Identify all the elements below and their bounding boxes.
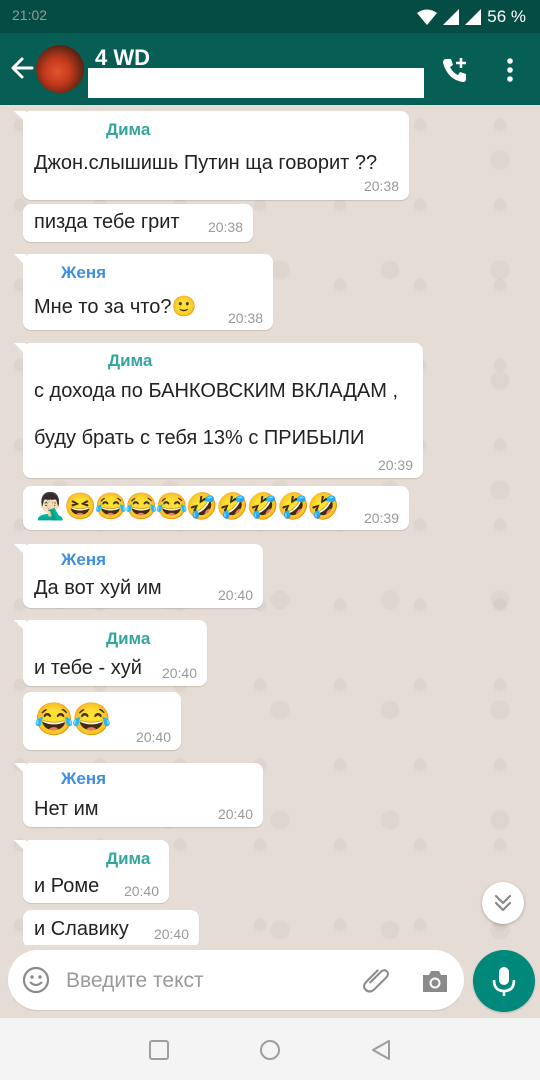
message-time: 20:38 — [207, 219, 243, 235]
message-sender: Дима — [106, 849, 151, 868]
message-time: 20:40 — [217, 806, 253, 822]
signal-icon-2 — [465, 9, 482, 25]
message-bubble[interactable]: Женя Нет им 20:40 — [14, 763, 263, 827]
message-text: и тебе - хуй — [34, 657, 142, 679]
message-bubble[interactable]: Дима Джон.слышишь Путин ща говорит ?? 20… — [14, 111, 409, 200]
message-sender: Женя — [61, 263, 107, 282]
message-bubble[interactable]: 🤦🏻‍♂️😆😂😂😂🤣🤣🤣🤣🤣 20:39 — [23, 486, 409, 530]
message-composer — [8, 950, 464, 1010]
back-arrow-icon[interactable] — [8, 53, 36, 83]
system-nav-bar — [0, 1018, 540, 1080]
camera-icon[interactable] — [420, 966, 450, 996]
message-bubble[interactable]: и Славику 20:40 — [23, 910, 199, 945]
message-text: Да вот хуй им — [34, 577, 162, 599]
message-text: Мне то за что?🙂 — [34, 296, 197, 318]
message-text: Нет им — [34, 798, 99, 820]
message-emoji: 🤦🏻‍♂️😆😂😂😂🤣🤣🤣🤣🤣 — [34, 491, 340, 521]
message-text: буду брать с тебя 13% с ПРИБЫЛИ — [34, 427, 365, 449]
subtitle-redacted — [88, 68, 424, 98]
message-sender: Дима — [106, 629, 151, 648]
status-bar: 21:02 56 % — [0, 0, 540, 33]
message-time: 20:39 — [377, 457, 413, 473]
message-text: пизда тебе грит — [34, 211, 180, 233]
message-bubble[interactable]: Дима и Роме 20:40 — [14, 840, 169, 903]
status-icons: 56 % — [417, 7, 526, 27]
scroll-to-bottom-button[interactable] — [482, 882, 524, 924]
mic-button[interactable] — [473, 950, 535, 1012]
message-bubble[interactable]: Женя Мне то за что?🙂 20:38 — [14, 254, 273, 330]
emoji-icon[interactable] — [22, 966, 50, 994]
more-vert-icon[interactable] — [500, 55, 520, 85]
message-text: с дохода по БАНКОВСКИМ ВКЛАДАМ , — [34, 380, 399, 402]
message-text: и Славику — [34, 918, 129, 940]
message-time: 20:40 — [217, 587, 253, 603]
message-list[interactable]: Дима Джон.слышишь Путин ща говорит ?? 20… — [0, 105, 540, 945]
wifi-icon — [417, 9, 438, 25]
attach-icon[interactable] — [362, 966, 392, 996]
chevron-down-icon — [494, 894, 512, 912]
message-input[interactable] — [64, 964, 358, 998]
message-bubble[interactable]: Дима с дохода по БАНКОВСКИМ ВКЛАДАМ , бу… — [14, 343, 423, 478]
message-sender: Женя — [61, 550, 107, 569]
message-bubble[interactable]: 😂😂 20:40 — [23, 692, 181, 750]
message-time: 20:40 — [123, 883, 159, 899]
message-time: 20:40 — [161, 665, 197, 681]
message-bubble[interactable]: пизда тебе грит 20:38 — [23, 204, 253, 242]
message-time: 20:40 — [153, 926, 189, 942]
battery-text: 56 % — [487, 7, 526, 26]
mic-icon — [492, 967, 516, 996]
message-bubble[interactable]: Женя Да вот хуй им 20:40 — [14, 544, 263, 608]
message-sender: Дима — [108, 351, 153, 370]
recents-icon[interactable] — [147, 1038, 171, 1062]
message-sender: Дима — [106, 120, 151, 139]
message-emoji: 😂😂 — [34, 701, 112, 737]
group-avatar[interactable] — [36, 45, 84, 93]
message-time: 20:40 — [135, 729, 171, 745]
message-time: 20:39 — [363, 510, 399, 526]
message-bubble[interactable]: Дима и тебе - хуй 20:40 — [14, 620, 207, 686]
signal-icon — [443, 9, 460, 25]
message-text: и Роме — [34, 875, 100, 897]
message-text: Джон.слышишь Путин ща говорит ?? — [34, 152, 378, 174]
chat-header: 4 WD — [0, 33, 540, 105]
add-call-icon[interactable] — [440, 55, 470, 85]
message-sender: Женя — [61, 769, 107, 788]
back-nav-icon[interactable] — [369, 1038, 393, 1062]
home-icon[interactable] — [258, 1038, 282, 1062]
message-time: 20:38 — [363, 178, 399, 194]
message-time: 20:38 — [227, 310, 263, 326]
